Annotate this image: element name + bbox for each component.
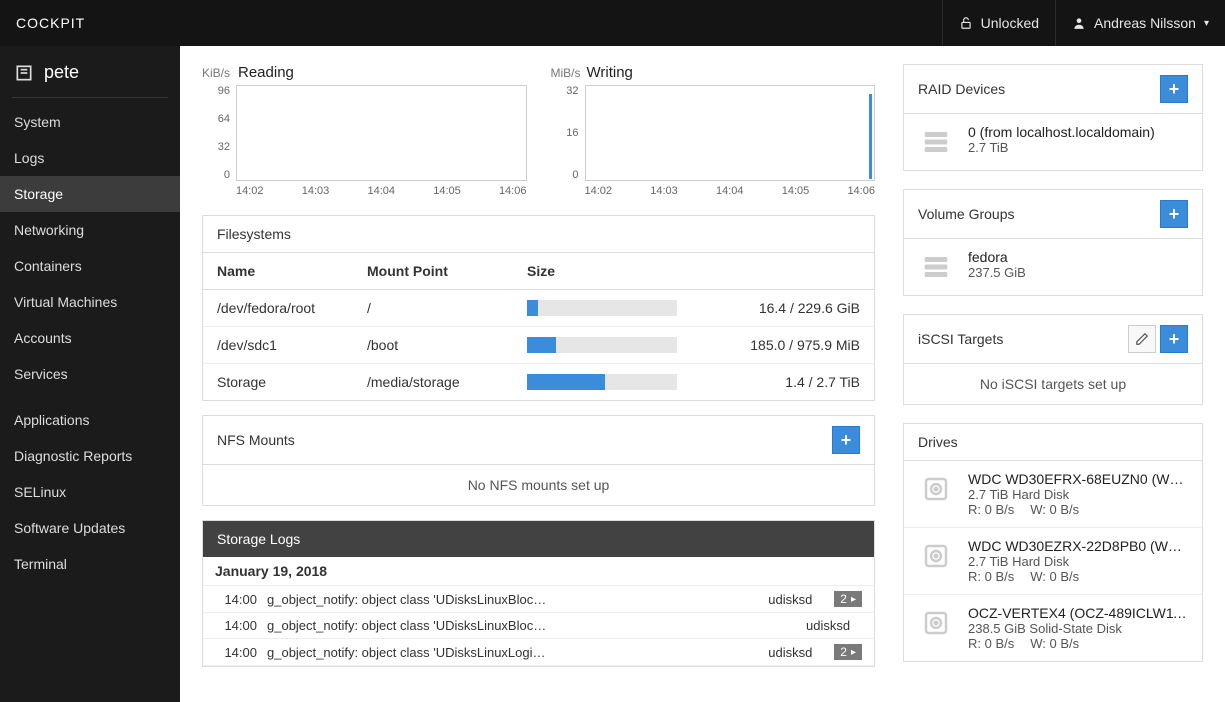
iscsi-title: iSCSI Targets <box>918 331 1003 347</box>
fs-table-header: Name Mount Point Size <box>203 253 874 290</box>
vg-item[interactable]: fedora 237.5 GiB <box>904 239 1202 295</box>
storage-stack-icon <box>918 249 954 285</box>
logs-title: Storage Logs <box>203 521 874 557</box>
topbar: COCKPIT Unlocked Andreas Nilsson ▾ <box>0 0 1225 46</box>
hdd-icon <box>918 538 954 574</box>
nfs-panel: NFS Mounts + No NFS mounts set up <box>202 415 875 506</box>
raid-title: RAID Devices <box>918 81 1005 97</box>
drive-item[interactable]: WDC WD30EZRX-22D8PB0 (WD… 2.7 TiB Hard D… <box>904 528 1202 595</box>
sidebar-item-diagnostic-reports[interactable]: Diagnostic Reports <box>0 438 180 474</box>
hdd-icon <box>918 471 954 507</box>
user-icon <box>1072 16 1086 30</box>
nfs-empty: No NFS mounts set up <box>203 465 874 505</box>
drive-item[interactable]: WDC WD30EFRX-68EUZN0 (WD… 2.7 TiB Hard D… <box>904 461 1202 528</box>
sidebar-item-services[interactable]: Services <box>0 356 180 392</box>
writing-chart: MiB/s Writing 32160 14:0214:0314:0414:05… <box>551 64 876 197</box>
separator <box>12 97 168 98</box>
storage-logs-panel: Storage Logs January 19, 2018 14:00 g_ob… <box>202 520 875 667</box>
iscsi-panel: iSCSI Targets + No iSCSI targets set up <box>903 314 1203 405</box>
lock-label: Unlocked <box>981 15 1039 31</box>
drive-item[interactable]: OCZ-VERTEX4 (OCZ-489ICLW11… 238.5 GiB So… <box>904 595 1202 661</box>
sidebar-item-storage[interactable]: Storage <box>0 176 180 212</box>
sidebar-item-accounts[interactable]: Accounts <box>0 320 180 356</box>
host-name: pete <box>44 62 79 83</box>
add-iscsi-button[interactable]: + <box>1160 325 1188 353</box>
edit-iscsi-button[interactable] <box>1128 325 1156 353</box>
sidebar-item-containers[interactable]: Containers <box>0 248 180 284</box>
log-count-badge: 2 ▸ <box>834 644 862 660</box>
log-row[interactable]: 14:00 g_object_notify: object class 'UDi… <box>203 586 874 613</box>
sidebar-item-selinux[interactable]: SELinux <box>0 474 180 510</box>
iscsi-empty: No iSCSI targets set up <box>904 364 1202 404</box>
host-icon <box>14 63 34 83</box>
lock-icon <box>959 16 973 30</box>
hdd-icon <box>918 605 954 641</box>
sidebar-item-terminal[interactable]: Terminal <box>0 546 180 582</box>
io-charts: KiB/s Reading 9664320 14:0214:0314:0414:… <box>202 64 875 197</box>
fs-row[interactable]: /dev/fedora/root / 16.4 / 229.6 GiB <box>203 290 874 327</box>
log-date: January 19, 2018 <box>203 557 874 586</box>
fs-row[interactable]: Storage /media/storage 1.4 / 2.7 TiB <box>203 364 874 400</box>
filesystems-panel: Filesystems Name Mount Point Size /dev/f… <box>202 215 875 401</box>
vg-title: Volume Groups <box>918 206 1015 222</box>
lock-toggle[interactable]: Unlocked <box>942 0 1055 46</box>
sidebar-item-system[interactable]: System <box>0 104 180 140</box>
sidebar-item-networking[interactable]: Networking <box>0 212 180 248</box>
log-count-badge: 2 ▸ <box>834 591 862 607</box>
storage-stack-icon <box>918 124 954 160</box>
brand: COCKPIT <box>16 15 85 31</box>
log-row[interactable]: 14:00 g_object_notify: object class 'UDi… <box>203 613 874 639</box>
raid-item[interactable]: 0 (from localhost.localdomain) 2.7 TiB <box>904 114 1202 170</box>
sidebar-item-virtual-machines[interactable]: Virtual Machines <box>0 284 180 320</box>
sidebar-item-software-updates[interactable]: Software Updates <box>0 510 180 546</box>
filesystems-title: Filesystems <box>203 216 874 253</box>
log-row[interactable]: 14:00 g_object_notify: object class 'UDi… <box>203 639 874 666</box>
host-selector[interactable]: pete <box>0 46 180 97</box>
main-content: KiB/s Reading 9664320 14:0214:0314:0414:… <box>180 46 1225 702</box>
sidebar-item-applications[interactable]: Applications <box>0 402 180 438</box>
add-raid-button[interactable]: + <box>1160 75 1188 103</box>
sidebar: pete SystemLogsStorageNetworkingContaine… <box>0 46 180 702</box>
add-nfs-button[interactable]: + <box>832 426 860 454</box>
drives-title: Drives <box>918 434 958 450</box>
user-name: Andreas Nilsson <box>1094 15 1196 31</box>
sidebar-item-logs[interactable]: Logs <box>0 140 180 176</box>
add-vg-button[interactable]: + <box>1160 200 1188 228</box>
drives-panel: Drives WDC WD30EFRX-68EUZN0 (WD… 2.7 TiB… <box>903 423 1203 662</box>
nfs-title: NFS Mounts <box>217 432 295 448</box>
user-menu[interactable]: Andreas Nilsson ▾ <box>1055 0 1225 46</box>
chevron-down-icon: ▾ <box>1204 18 1209 29</box>
topbar-right: Unlocked Andreas Nilsson ▾ <box>942 0 1225 46</box>
vg-panel: Volume Groups + fedora 237.5 GiB <box>903 189 1203 296</box>
raid-panel: RAID Devices + 0 (from localhost.localdo… <box>903 64 1203 171</box>
reading-chart: KiB/s Reading 9664320 14:0214:0314:0414:… <box>202 64 527 197</box>
fs-row[interactable]: /dev/sdc1 /boot 185.0 / 975.9 MiB <box>203 327 874 364</box>
